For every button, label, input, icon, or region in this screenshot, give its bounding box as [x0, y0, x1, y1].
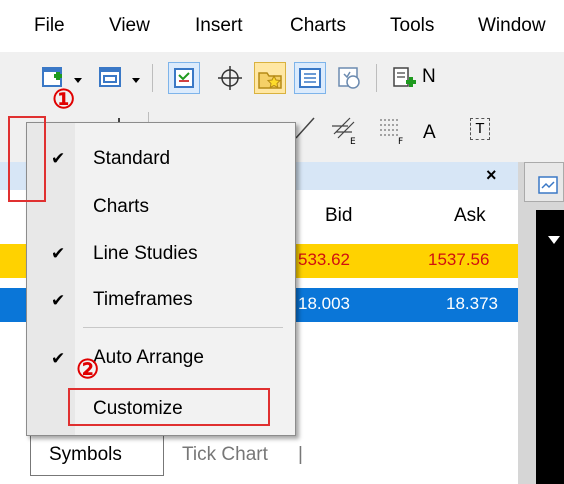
menu-tools[interactable]: Tools [390, 15, 434, 37]
menu-item-timeframes[interactable]: Timeframes [93, 289, 193, 311]
menu-insert[interactable]: Insert [195, 15, 243, 37]
crosshair-button[interactable] [214, 62, 246, 94]
menu-window[interactable]: Window [478, 15, 546, 37]
fibonacci-retracement-button[interactable]: F [374, 112, 406, 147]
navigator-icon [258, 72, 282, 89]
fibonacci-icon: E [332, 117, 356, 147]
menu-charts[interactable]: Charts [290, 15, 346, 37]
tab-tick-chart[interactable]: Tick Chart [182, 444, 268, 466]
close-icon[interactable]: × [486, 165, 497, 186]
column-header-ask[interactable]: Ask [454, 205, 486, 227]
menu-item-line-studies[interactable]: Line Studies [93, 243, 198, 265]
standard-toolbar: N [0, 52, 564, 104]
chevron-down-icon[interactable] [132, 78, 140, 83]
svg-text:E: E [350, 137, 356, 146]
menu-separator [83, 327, 283, 328]
profiles-button[interactable] [95, 62, 127, 94]
svg-text:F: F [398, 137, 403, 146]
menu-item-charts[interactable]: Charts [93, 196, 149, 218]
new-order-button[interactable] [388, 62, 420, 94]
chart-area[interactable] [536, 210, 564, 484]
market-watch-icon [174, 68, 194, 88]
tester-icon [338, 67, 360, 89]
ask-cell: 1537.56 [428, 250, 490, 269]
step1-marker: ① [52, 84, 76, 114]
menu-file[interactable]: File [34, 15, 65, 37]
new-order-icon [393, 67, 416, 87]
tab-symbols[interactable]: Symbols [30, 436, 164, 476]
check-icon: ✔ [51, 349, 66, 368]
profiles-icon [99, 67, 121, 87]
tab-symbols-label: Symbols [49, 444, 122, 465]
check-icon: ✔ [51, 244, 66, 263]
ask-cell: 18.373 [446, 294, 498, 313]
check-icon: ✔ [51, 291, 66, 310]
fibonacci-expansion-button[interactable]: E [328, 112, 360, 147]
bid-cell: 533.62 [298, 250, 350, 269]
data-window-button[interactable] [294, 62, 326, 94]
toolbar-separator [376, 64, 377, 92]
toolbar-separator [152, 64, 153, 92]
crosshair-icon [218, 66, 242, 90]
fibo-lines-icon: F [380, 119, 403, 147]
chart-arrow-icon [548, 236, 560, 244]
tab-separator: | [298, 444, 303, 465]
menu-bar: File View Insert Charts Tools Window [0, 0, 564, 52]
bid-cell: 18.003 [298, 294, 350, 313]
column-header-bid[interactable]: Bid [325, 205, 352, 227]
chevron-down-icon[interactable] [74, 78, 82, 83]
chart-title-bar [524, 162, 564, 202]
toolbar-label-partial: N [422, 66, 436, 87]
chart-icon [538, 176, 558, 194]
text-tool-button[interactable]: A [423, 122, 436, 144]
menu-item-auto-arrange[interactable]: Auto Arrange [93, 347, 204, 369]
data-window-icon [299, 68, 321, 88]
market-watch-button[interactable] [168, 62, 200, 94]
menu-view[interactable]: View [109, 15, 150, 37]
strategy-tester-button[interactable] [334, 62, 366, 94]
menu-item-standard[interactable]: Standard [93, 148, 170, 170]
step2-highlight-box [68, 388, 270, 426]
check-icon: ✔ [51, 149, 66, 168]
navigator-button[interactable] [254, 62, 286, 94]
text-label-tool-button[interactable]: T [470, 118, 490, 140]
step2-marker: ② [76, 354, 100, 384]
step1-highlight-box [8, 116, 46, 202]
